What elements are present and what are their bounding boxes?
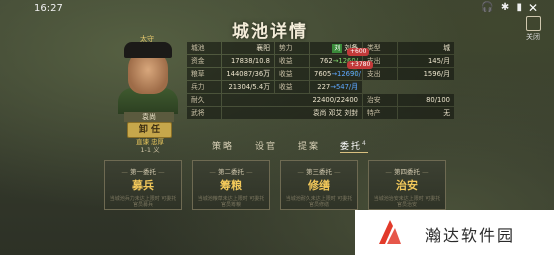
info-row-money: 资金 17838/10.8万 收益 762→1260/月 支出 145/月 +6…	[187, 48, 454, 77]
portrait-hat	[124, 42, 172, 58]
card-number: 第三委托	[281, 166, 357, 176]
generals-label: 武将	[187, 107, 221, 119]
watermark: 瀚达软件园	[355, 210, 554, 255]
delegate-card-2[interactable]: 第二委托 筹粮 当城池粮草未达上限时 可委托官员筹粮	[192, 160, 270, 210]
card-title: 筹粮	[220, 179, 242, 192]
durability-label: 耐久	[187, 94, 221, 106]
exit-icon	[525, 16, 541, 31]
troops-income: 227→547/月	[310, 81, 362, 93]
money-value: 17838/10.8万	[222, 55, 274, 77]
governor-traits: 直谏 忠厚 1-1 义	[122, 138, 178, 154]
governor-portrait[interactable]	[116, 40, 180, 114]
governor-trait-primary: 直谏 忠厚	[135, 138, 165, 146]
troops-value: 21304/5.4万	[222, 81, 274, 93]
food-income-label: 收益	[275, 68, 309, 80]
food-label: 粮草	[187, 68, 221, 80]
exit-label: 关闭	[526, 33, 540, 41]
tab-delegate[interactable]: 委托4	[340, 139, 368, 153]
tab-appoint[interactable]: 设官	[255, 139, 277, 152]
card-title: 修缮	[308, 179, 330, 192]
troops-label: 兵力	[187, 81, 221, 93]
governor-trait-secondary: 1-1 义	[140, 146, 160, 154]
tab-bar: 策略 设官 提案 委托4	[212, 139, 382, 153]
delegate-card-3[interactable]: 第三委托 修缮 当城池耐久未达上限时 可委托官员修缮	[280, 160, 358, 210]
card-title: 募兵	[132, 179, 154, 192]
food-bonus-bubble: +3780	[347, 61, 374, 69]
food-value: 144087/36万	[222, 68, 274, 80]
info-row-generals: 武将 袁尚 邓艾 刘封 特产 无	[187, 107, 454, 119]
city-label: 城池	[187, 42, 221, 54]
troops-income-label: 收益	[275, 81, 309, 93]
card-number: 第四委托	[369, 166, 445, 176]
info-row-food: 粮草 144087/36万 收益 7605→12690/月 支出 1596/月 …	[187, 61, 454, 90]
exit-button[interactable]: 关闭	[522, 16, 544, 41]
durability-value: 22400/22400	[222, 94, 362, 106]
page-title: 城池详情	[232, 22, 308, 42]
force-label: 势力	[275, 42, 309, 54]
card-number: 第二委托	[193, 166, 269, 176]
card-description: 当城池治安未达上限时 可委托官员治安	[373, 196, 441, 208]
tab-delegate-label: 委托	[340, 142, 363, 152]
troops-income-projected: 547/月	[335, 83, 358, 91]
info-row-city: 城池 襄阳 势力 刘刘备 类型 城	[187, 42, 454, 54]
dismiss-button[interactable]: 卸 任	[127, 122, 172, 138]
info-row-durability: 耐久 22400/22400 治安 80/100	[187, 94, 454, 106]
money-bonus-bubble: +600	[347, 48, 370, 56]
delegate-card-4[interactable]: 第四委托 治安 当城池治安未达上限时 可委托官员治安	[368, 160, 446, 210]
food-expense-label: 支出	[363, 68, 397, 80]
specialty-label: 特产	[363, 107, 397, 119]
system-icons: 🎧 ✱ ▮	[481, 2, 524, 13]
card-number: 第一委托	[105, 166, 181, 176]
tab-delegate-count: 4	[362, 140, 368, 147]
tab-strategy[interactable]: 策略	[212, 139, 234, 152]
delegate-card-1[interactable]: 第一委托 募兵 当城池兵力未达上限时 可委托官员募兵	[104, 160, 182, 210]
close-icon[interactable]: ✕	[528, 1, 538, 15]
specialty-value: 无	[398, 107, 454, 119]
order-value: 80/100	[398, 94, 454, 106]
force-badge: 刘	[332, 44, 343, 53]
money-label: 资金	[187, 55, 221, 67]
watermark-text: 瀚达软件园	[425, 226, 516, 245]
troops-income-current: 227	[317, 83, 331, 91]
card-title: 治安	[396, 179, 418, 192]
money-income-current: 762	[319, 57, 333, 65]
money-income-label: 收益	[275, 55, 309, 67]
clock: 16:27	[34, 3, 63, 14]
card-description: 当城池兵力未达上限时 可委托官员募兵	[109, 196, 177, 208]
food-expense: 1596/月	[398, 68, 454, 80]
food-income-current: 7605	[314, 70, 332, 78]
governor-name: 袁尚	[124, 112, 174, 122]
info-row-troops: 兵力 21304/5.4万 收益 227→547/月	[187, 81, 454, 93]
food-income: 7605→12690/月	[310, 68, 362, 90]
order-label: 治安	[363, 94, 397, 106]
type-value: 城	[398, 42, 454, 54]
card-description: 当城池耐久未达上限时 可委托官员修缮	[285, 196, 353, 208]
card-description: 当城池粮草未达上限时 可委托官员筹粮	[197, 196, 265, 208]
money-expense: 145/月	[398, 55, 454, 67]
tab-proposal[interactable]: 提案	[298, 139, 320, 152]
city-value: 襄阳	[222, 42, 274, 54]
watermark-logo-icon	[379, 220, 401, 244]
status-bar: 16:27 🎧 ✱ ▮ ✕	[0, 0, 554, 18]
city-info-table: 城池 襄阳 势力 刘刘备 类型 城 资金 17838/10.8万 收益 762→…	[187, 42, 454, 120]
generals-value: 袁尚 邓艾 刘封	[222, 107, 362, 119]
